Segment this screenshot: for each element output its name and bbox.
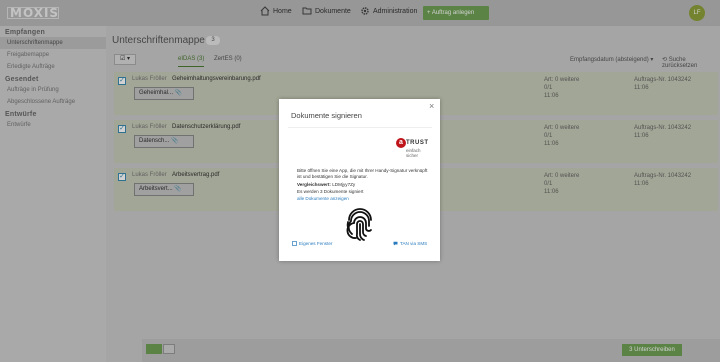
show-all-documents-link[interactable]: alle Dokumente anzeigen — [297, 196, 349, 201]
compare-value-code: LDMjyy7Zy — [332, 182, 356, 187]
signature-instructions: Bitte öffnen Sie eine App, die mit Ihrer… — [297, 168, 428, 179]
own-window-link[interactable]: Eigenes Fenster — [292, 241, 332, 246]
own-window-label: Eigenes Fenster — [299, 241, 333, 246]
a-trust-shield-icon: a — [396, 138, 406, 148]
compare-value: Vergleichswert: LDMjyy7Zy — [297, 182, 355, 187]
compare-value-label: Vergleichswert: — [297, 182, 331, 187]
a-trust-tagline: einfach sicher — [406, 148, 421, 158]
sign-documents-dialog: Dokumente signieren × a TRUST einfach si… — [279, 99, 440, 261]
dialog-title: Dokumente signieren — [291, 111, 362, 120]
tan-via-sms-label: TAN via SMS — [400, 241, 428, 246]
chat-icon — [393, 241, 398, 246]
a-trust-brand: TRUST — [406, 140, 429, 146]
fingerprint-icon — [346, 208, 372, 241]
document-count-text: Es werden 3 Dokumente signiert — [297, 189, 364, 194]
close-icon[interactable]: × — [429, 101, 434, 111]
signature-frame: a TRUST einfach sicher Bitte öffnen Sie … — [288, 127, 432, 253]
tan-via-sms-link[interactable]: TAN via SMS — [393, 241, 427, 246]
external-window-icon — [292, 241, 297, 246]
a-trust-logo: a TRUST einfach sicher — [396, 138, 432, 162]
